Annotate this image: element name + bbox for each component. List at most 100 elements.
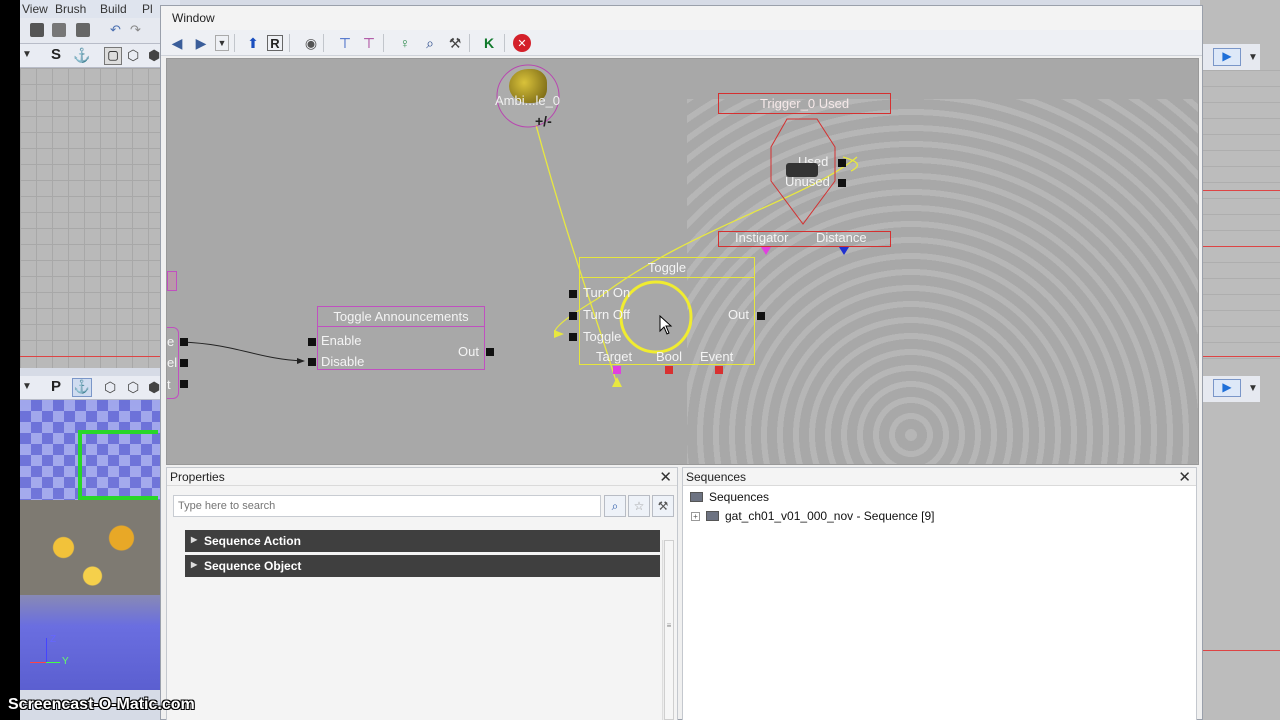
scrollbar-thumb[interactable]: ≡ — [664, 540, 674, 720]
port-bool[interactable] — [665, 366, 673, 374]
sequences-tree-root[interactable]: Sequences — [690, 490, 769, 504]
perspective-viewport[interactable]: Z Y — [20, 400, 165, 690]
properties-search-input[interactable] — [173, 495, 601, 517]
port-announcements-out[interactable] — [486, 348, 494, 356]
wireframe-icon-2[interactable]: ⬡ — [127, 379, 139, 396]
category-sequence-action[interactable]: Sequence Action — [185, 530, 660, 552]
kismet-window: Window ◀ ▶ ▼ ⬆ R ◉ ⊤ ⊤ ♀ ⌕ ⚒ K ✕ +/- Amb… — [160, 5, 1203, 720]
menu-brush[interactable]: Brush — [55, 2, 86, 16]
left-node-label-1: e — [167, 334, 175, 349]
toolbar-separator — [234, 34, 235, 52]
port-used[interactable] — [838, 159, 846, 167]
announcements-output-out: Out — [458, 344, 479, 359]
port-unused[interactable] — [838, 179, 846, 187]
viewport-menu-icon[interactable]: ▼ — [22, 49, 32, 60]
properties-panel: Properties ✕ ⌕ ☆ ⚒ Sequence Action Seque… — [166, 467, 678, 720]
copy-icon[interactable] — [76, 23, 90, 37]
bulb-icon[interactable]: ♀ — [395, 33, 415, 53]
port-left-2[interactable] — [180, 359, 188, 367]
port-instigator[interactable] — [761, 247, 771, 255]
port-left-1[interactable] — [180, 338, 188, 346]
left-partial-node-2[interactable] — [167, 271, 177, 291]
port-turn-off[interactable] — [569, 312, 577, 320]
right-menu-arrow-2[interactable]: ▼ — [1248, 383, 1258, 394]
wrench-icon[interactable]: ⚒ — [445, 33, 465, 53]
properties-close-icon[interactable]: ✕ — [659, 468, 672, 486]
kismet-graph-canvas[interactable]: +/- Ambi...le_0 Trigger_0 Used Used Unus… — [166, 58, 1199, 465]
filter-icon[interactable]: ⚒ — [652, 495, 674, 517]
sequences-panel: Sequences ✕ Sequences + gat_ch01_v01_000… — [682, 467, 1197, 720]
favorite-star-icon[interactable]: ☆ — [628, 495, 650, 517]
toggle-announcements-title[interactable]: Toggle Announcements — [317, 306, 485, 327]
kismet-toolbar: ◀ ▶ ▼ ⬆ R ◉ ⊤ ⊤ ♀ ⌕ ⚒ K ✕ — [161, 30, 1202, 56]
sequence-tree-item[interactable]: + gat_ch01_v01_000_nov - Sequence [9] — [691, 509, 935, 523]
right-red-line-4 — [1203, 650, 1280, 651]
play-button-bottom[interactable]: ▶ — [1213, 379, 1241, 397]
lock-icon[interactable]: ⚓ — [73, 47, 90, 64]
port-event[interactable] — [715, 366, 723, 374]
refresh-icon[interactable]: R — [267, 35, 283, 51]
viewport-type-letter[interactable]: S — [51, 46, 61, 63]
toolbar-separator — [289, 34, 290, 52]
port-disable[interactable] — [308, 358, 316, 366]
play-button-top[interactable]: ▶ — [1213, 48, 1241, 66]
up-arrow-icon[interactable]: ⬆ — [243, 33, 263, 53]
axis-y-label: Y — [62, 656, 69, 667]
undo-icon[interactable]: ↶ — [110, 22, 121, 38]
redo-icon[interactable]: ↷ — [130, 22, 141, 38]
toggle-var-event: Event — [700, 349, 734, 364]
right-red-line-3 — [1203, 356, 1280, 357]
forward-arrow-icon[interactable]: ▶ — [191, 33, 211, 53]
hide-icon[interactable]: ◉ — [301, 33, 321, 53]
lock-icon-2[interactable]: ⚓ — [72, 378, 92, 397]
port-toggle-out[interactable] — [757, 312, 765, 320]
port-enable[interactable] — [308, 338, 316, 346]
viewport-toolbar-bottom: ▼ P ⚓ ⬡ ⬡ ⬢ — [20, 376, 165, 400]
toolbar-separator — [469, 34, 470, 52]
back-arrow-icon[interactable]: ◀ — [167, 33, 187, 53]
align-top-icon[interactable]: ⊤ — [335, 33, 355, 53]
shaded-icon[interactable]: ⬢ — [148, 47, 160, 64]
right-editor-area — [1200, 0, 1280, 720]
left-node-label-3: t — [167, 377, 171, 392]
axis-z-label: Z — [50, 634, 57, 645]
shaded-icon-2[interactable]: ⬢ — [148, 379, 160, 396]
kismet-k-icon[interactable]: K — [479, 33, 499, 53]
sequences-header: Sequences ✕ — [683, 468, 1196, 486]
top-viewport-grid[interactable] — [20, 68, 165, 368]
history-dropdown-icon[interactable]: ▼ — [215, 35, 229, 51]
port-turn-on[interactable] — [569, 290, 577, 298]
viewport-toolbar-top: ▼ S ⚓ ▢ ⬡ ⬢ — [20, 44, 165, 68]
sequences-root-label: Sequences — [709, 490, 770, 504]
search-icon[interactable]: ⌕ — [604, 495, 626, 517]
cube-icon-2[interactable]: ⬡ — [104, 379, 116, 396]
port-toggle[interactable] — [569, 333, 577, 341]
wireframe-icon[interactable]: ⬡ — [127, 47, 139, 64]
menu-play[interactable]: Pl — [142, 2, 153, 16]
sequences-close-icon[interactable]: ✕ — [1178, 468, 1191, 486]
mouse-cursor-icon — [659, 315, 673, 335]
cube-icon[interactable]: ▢ — [104, 47, 122, 65]
toggle-node-title[interactable]: Toggle — [579, 257, 755, 278]
save-all-icon[interactable] — [52, 23, 66, 37]
port-target[interactable] — [613, 366, 621, 374]
sequence-icon — [706, 511, 719, 521]
sequences-title: Sequences — [686, 470, 747, 484]
right-menu-arrow[interactable]: ▼ — [1248, 52, 1258, 63]
properties-scrollbar[interactable]: ≡ — [662, 540, 674, 720]
viewport-menu-icon-2[interactable]: ▼ — [22, 381, 32, 392]
lava-floor — [20, 500, 165, 595]
align-distribute-icon[interactable]: ⊤ — [359, 33, 379, 53]
viewport-type-letter-2[interactable]: P — [51, 378, 61, 395]
category-sequence-object[interactable]: Sequence Object — [185, 555, 660, 577]
port-left-3[interactable] — [180, 380, 188, 388]
save-icon[interactable] — [30, 23, 44, 37]
right-red-line-1 — [1203, 190, 1280, 191]
expand-plus-icon[interactable]: + — [691, 511, 700, 521]
menu-build[interactable]: Build — [100, 2, 127, 16]
close-red-icon[interactable]: ✕ — [513, 34, 531, 52]
port-distance[interactable] — [839, 247, 849, 255]
trigger-node-title[interactable]: Trigger_0 Used — [718, 93, 891, 114]
menu-view[interactable]: View — [22, 2, 48, 16]
zoom-icon[interactable]: ⌕ — [420, 33, 440, 53]
